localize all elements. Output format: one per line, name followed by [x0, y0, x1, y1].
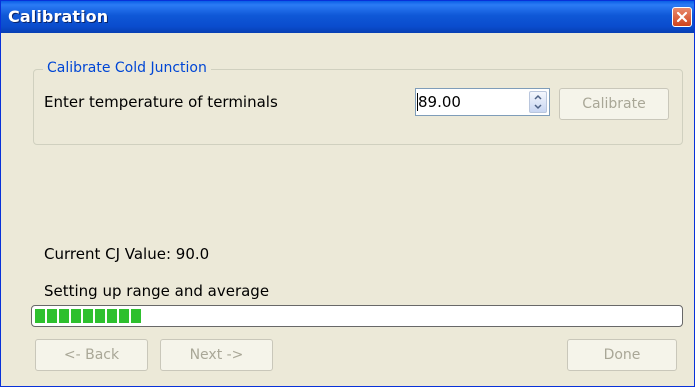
temperature-input[interactable]: 89.00: [418, 93, 461, 111]
progress-block: [107, 309, 117, 323]
progress-block: [131, 309, 141, 323]
calibration-window: Calibration Calibrate Cold Junction Ente…: [0, 0, 695, 387]
close-icon: [676, 11, 688, 23]
spin-up-button[interactable]: [530, 92, 546, 102]
progress-fill: [35, 309, 141, 323]
done-button[interactable]: Done: [567, 339, 677, 371]
current-cj-value: Current CJ Value: 90.0: [44, 245, 210, 263]
terminals-temperature-label: Enter temperature of terminals: [44, 93, 278, 111]
next-button[interactable]: Next ->: [160, 339, 273, 371]
progress-block: [59, 309, 69, 323]
temperature-spinbox[interactable]: 89.00: [415, 88, 550, 116]
progress-block: [83, 309, 93, 323]
progress-block: [47, 309, 57, 323]
chevron-down-icon: [534, 104, 542, 110]
progress-block: [95, 309, 105, 323]
progress-block: [119, 309, 129, 323]
status-message: Setting up range and average: [44, 282, 270, 300]
back-button[interactable]: <- Back: [35, 339, 148, 371]
title-bar[interactable]: Calibration: [1, 1, 694, 33]
progress-block: [35, 309, 45, 323]
progress-block: [71, 309, 81, 323]
groupbox-title: Calibrate Cold Junction: [43, 60, 211, 76]
progress-bar: [31, 305, 683, 327]
spin-down-button[interactable]: [530, 102, 546, 112]
chevron-up-icon: [534, 94, 542, 100]
calibrate-button[interactable]: Calibrate: [559, 88, 669, 120]
spin-buttons: [529, 91, 547, 113]
window-title: Calibration: [8, 7, 109, 26]
close-button[interactable]: [672, 7, 692, 27]
